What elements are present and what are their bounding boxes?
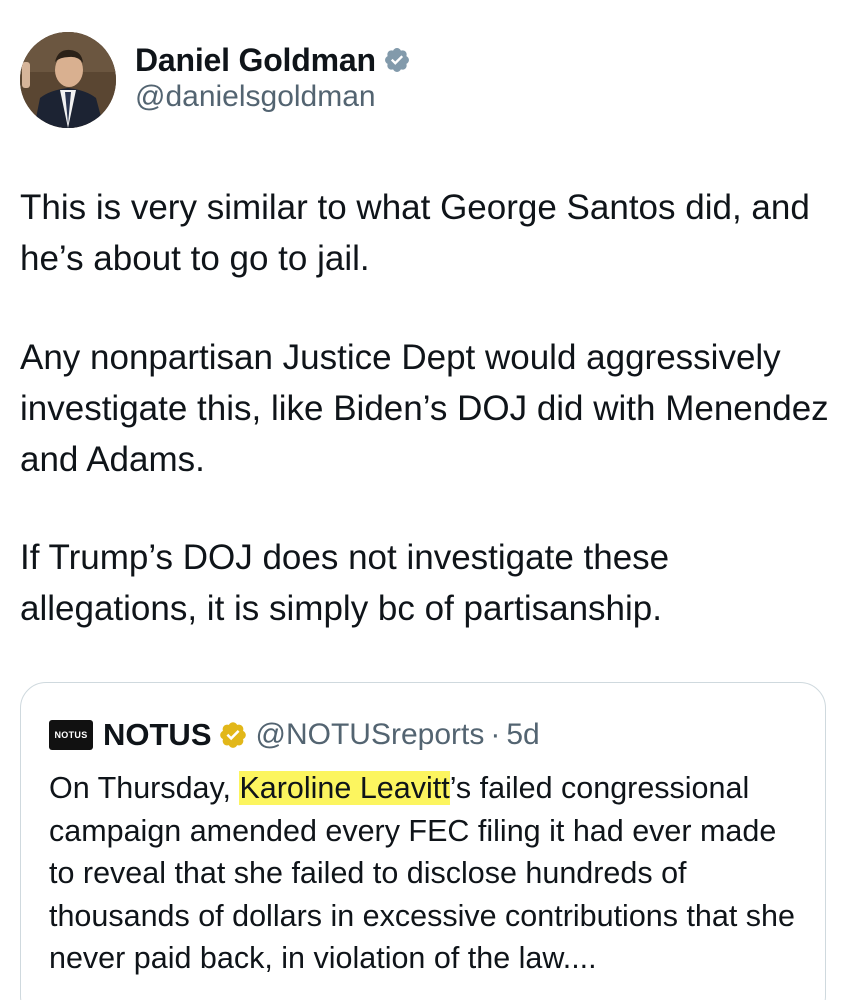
quoted-tweet-card[interactable]: NOTUS NOTUS @NOTUSreports · 5d On Thursd… <box>20 682 826 1000</box>
tweet-paragraph: This is very similar to what George Sant… <box>20 188 810 278</box>
author-avatar[interactable] <box>20 32 116 128</box>
highlighted-name: Karoline Leavitt <box>239 771 450 805</box>
quoted-display-name[interactable]: NOTUS <box>103 717 212 753</box>
verified-badge-icon[interactable] <box>383 46 411 74</box>
author-display-name[interactable]: Daniel Goldman <box>135 42 376 79</box>
tweet-paragraph: Any nonpartisan Justice Dept would aggre… <box>20 338 829 479</box>
author-name-row: Daniel Goldman <box>135 40 411 80</box>
gold-verified-badge-icon[interactable] <box>218 720 248 750</box>
author-avatar-image <box>20 32 116 128</box>
quoted-tweet-header: NOTUS NOTUS @NOTUSreports · 5d <box>49 713 540 757</box>
quoted-text-before: On Thursday, <box>49 771 240 805</box>
tweet-paragraph: If Trump’s DOJ does not investigate thes… <box>20 538 670 628</box>
quoted-tweet-text: On Thursday, Karoline Leavitt’s failed c… <box>49 767 809 980</box>
quoted-handle[interactable]: @NOTUSreports <box>256 718 485 752</box>
quoted-timestamp[interactable]: 5d <box>506 718 539 752</box>
quoted-avatar[interactable]: NOTUS <box>49 720 93 750</box>
quoted-avatar-logo-text: NOTUS <box>54 730 88 740</box>
author-handle[interactable]: @danielsgoldman <box>135 80 376 114</box>
tweet-view: Daniel Goldman @danielsgoldman This is v… <box>0 0 848 1000</box>
quoted-separator: · <box>490 718 501 751</box>
